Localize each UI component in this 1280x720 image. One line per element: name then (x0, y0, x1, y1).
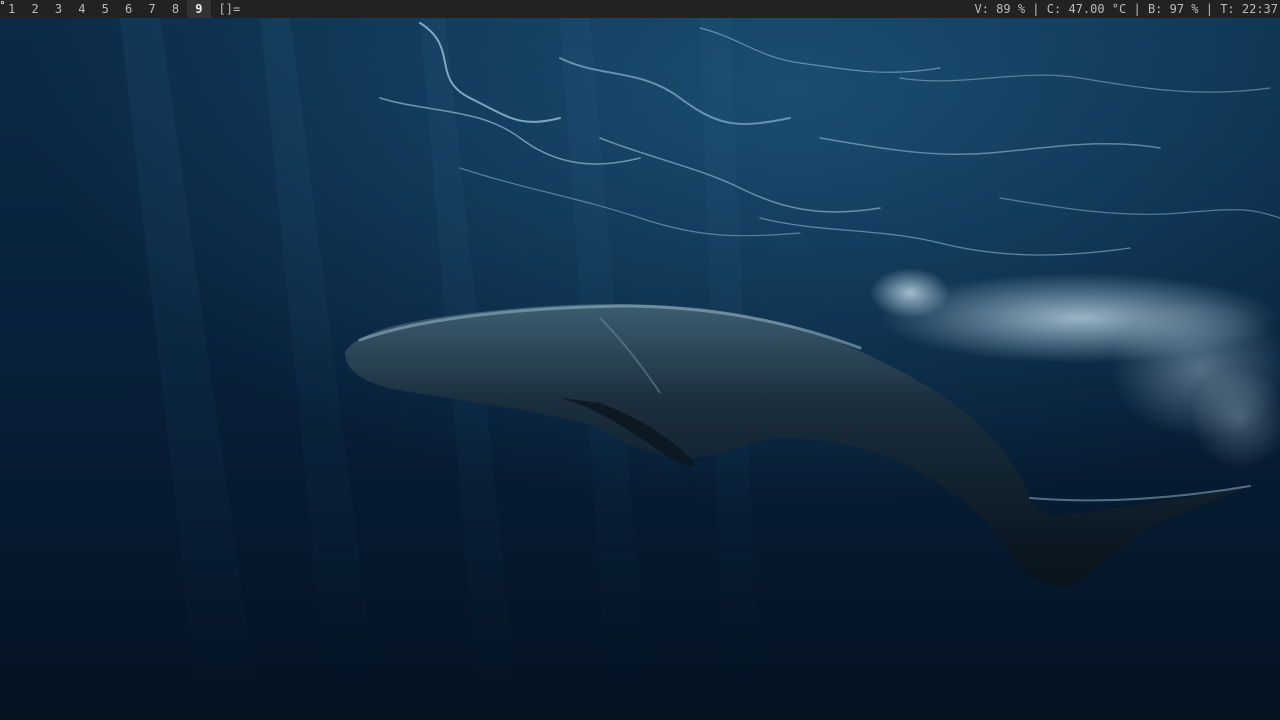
brightness-status: B: 97 % (1147, 2, 1199, 16)
tag-8[interactable]: 8 (164, 0, 187, 18)
tag-2-label: 2 (31, 2, 39, 16)
tag-3[interactable]: 3 (47, 0, 70, 18)
volume-status: V: 89 % (974, 2, 1026, 16)
tag-6[interactable]: 6 (117, 0, 140, 18)
status-text: V: 89 % | C: 47.00 °C | B: 97 % | T: 22:… (975, 0, 1280, 18)
clock-status: T: 22:37 (1220, 2, 1278, 16)
desktop-wallpaper (0, 18, 1280, 720)
tag-1[interactable]: 1 (0, 0, 23, 18)
tag-1-label: 1 (8, 2, 16, 16)
status-separator: | (1198, 2, 1221, 16)
tag-2[interactable]: 2 (23, 0, 46, 18)
tag-5-label: 5 (101, 2, 109, 16)
tag-5[interactable]: 5 (94, 0, 117, 18)
layout-indicator[interactable]: []= (211, 0, 247, 18)
tag-7[interactable]: 7 (140, 0, 163, 18)
tag-list: 1 2 3 4 5 6 7 8 9 []= (0, 0, 246, 18)
tag-4[interactable]: 4 (70, 0, 93, 18)
cpu-temp-status: C: 47.00 °C (1046, 2, 1127, 16)
tag-8-label: 8 (171, 2, 180, 16)
tag-9[interactable]: 9 (187, 0, 211, 18)
status-bar: 1 2 3 4 5 6 7 8 9 []= V: 89 % | C: 47.00… (0, 0, 1280, 18)
tag-9-label: 9 (195, 2, 203, 16)
tag-3-label: 3 (54, 2, 63, 16)
status-separator: | (1126, 2, 1148, 16)
tag-7-label: 7 (148, 2, 156, 16)
tag-6-label: 6 (125, 2, 133, 16)
status-separator: | (1025, 2, 1047, 16)
tag-4-label: 4 (78, 2, 86, 16)
occupied-indicator (1, 1, 4, 4)
